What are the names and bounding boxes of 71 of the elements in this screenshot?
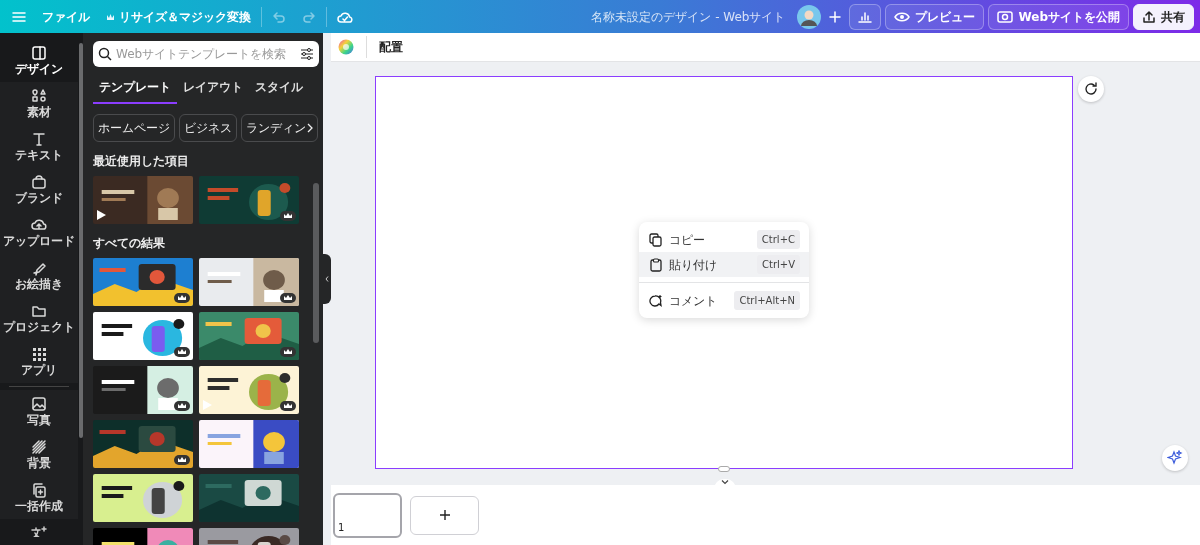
chevron-left-icon [325, 276, 329, 282]
section-heading: すべての結果 [93, 235, 166, 252]
clipboard-icon [649, 257, 663, 272]
copy-icon [649, 232, 663, 247]
scrollbar[interactable] [313, 183, 319, 343]
shortcut-hint: Ctrl+V [757, 255, 800, 274]
comment-icon [649, 293, 663, 308]
menu-icon [12, 10, 26, 23]
sidebar-item[interactable]: プロジェクト [0, 297, 78, 340]
section-heading: 最近使用した項目 [93, 153, 190, 170]
plus-icon [438, 509, 451, 521]
sidebar-item[interactable]: アップロード [0, 211, 78, 254]
tab[interactable]: テンプレート [93, 73, 177, 104]
sidebar-item[interactable]: 素材 [0, 82, 78, 125]
share-button[interactable]: 共有 [1133, 3, 1194, 30]
filter-icon[interactable] [300, 47, 314, 61]
sidebar-item[interactable]: 写真 [0, 390, 78, 433]
sidebar-item[interactable]: アプリ [0, 340, 78, 383]
chevron-down-icon [721, 479, 729, 485]
collapse-panel-button[interactable] [323, 254, 331, 304]
preview-button[interactable]: プレビュー [885, 3, 985, 30]
upload-icon [1142, 10, 1156, 23]
grid-icon [31, 345, 47, 362]
resize-handle[interactable] [718, 466, 730, 472]
layout-icon [31, 44, 47, 61]
sparkle-icon [1167, 450, 1183, 466]
redo-icon [302, 10, 316, 23]
scrollbar[interactable] [79, 43, 83, 438]
tab[interactable]: スタイル [249, 73, 309, 104]
briefcase-icon [31, 173, 47, 190]
shortcut-hint: Ctrl+C [756, 230, 800, 249]
filter-chip[interactable]: ホームページ [93, 114, 175, 142]
sidebar-item[interactable]: ブランド [0, 168, 78, 211]
page-number: 1 [338, 520, 345, 535]
refresh-icon [1084, 82, 1098, 96]
copy-plus-icon [31, 481, 47, 498]
document-title: 名称未設定のデザイン - Webサイト [591, 8, 786, 26]
filter-chip[interactable]: ビジネス [179, 114, 237, 142]
photo-icon [31, 395, 47, 412]
text-icon [31, 130, 47, 147]
cloud-check-icon [337, 10, 353, 23]
sidebar-item[interactable]: テキスト [0, 125, 78, 168]
menu-item[interactable]: 貼り付け Ctrl+V [639, 252, 809, 277]
menu-item[interactable]: コメント Ctrl+Alt+N [639, 288, 809, 313]
sidebar-item[interactable]: 一括作成 [0, 476, 78, 519]
plus-icon [829, 10, 842, 23]
eye-icon [894, 10, 911, 23]
sidebar-item[interactable]: お絵描き [0, 254, 78, 297]
avatar[interactable] [797, 4, 822, 29]
cloud-upload-icon [31, 216, 47, 233]
refresh-button[interactable] [1078, 76, 1104, 102]
color-wheel-icon[interactable] [338, 39, 354, 55]
translate-icon[interactable] [30, 524, 48, 537]
tab[interactable]: レイアウト [177, 73, 249, 104]
shortcut-hint: Ctrl+Alt+N [734, 291, 800, 310]
shapes-icon [31, 87, 47, 104]
filter-chip[interactable]: ランディン [241, 114, 318, 142]
monitor-icon [997, 10, 1014, 23]
search-icon [98, 47, 112, 61]
insights-button[interactable] [849, 3, 882, 30]
undo-icon [272, 10, 286, 23]
position-button[interactable]: 配置 [366, 36, 407, 58]
page-thumbnail[interactable]: 1 [333, 492, 402, 538]
chevron-right-icon[interactable] [307, 123, 313, 133]
publish-button[interactable]: Webサイトを公開 [988, 3, 1129, 30]
magic-button[interactable] [1162, 445, 1188, 471]
bar-chart-icon [858, 10, 873, 23]
search-field[interactable]: Webサイトテンプレートを検索 [93, 41, 319, 67]
menu-item[interactable]: コピー Ctrl+C [639, 227, 809, 252]
hatch-icon [31, 438, 47, 455]
sidebar-item[interactable]: 背景 [0, 433, 78, 476]
